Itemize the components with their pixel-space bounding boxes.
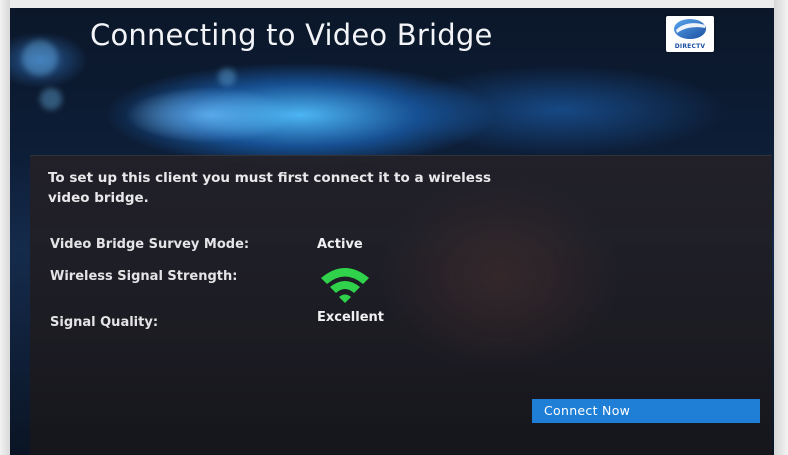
- tv-screen: Connecting to Video Bridge DIRECTV To se…: [0, 0, 788, 455]
- connection-panel: To set up this client you must first con…: [30, 155, 772, 455]
- survey-mode-value: Active: [317, 237, 363, 252]
- wifi-signal-icon: [321, 268, 369, 303]
- directv-globe-icon: [674, 19, 706, 39]
- directv-logo: DIRECTV: [666, 16, 714, 52]
- connect-now-button[interactable]: Connect Now: [532, 399, 760, 423]
- signal-strength-label: Wireless Signal Strength:: [50, 269, 238, 284]
- background-bokeh: [22, 40, 58, 76]
- background-bokeh: [218, 68, 236, 86]
- tv-bezel-top: [0, 0, 788, 8]
- intro-text: To set up this client you must first con…: [48, 170, 492, 206]
- tv-bezel-left: [0, 0, 10, 455]
- logo-text: DIRECTV: [674, 43, 706, 50]
- signal-quality-label: Signal Quality:: [50, 315, 159, 330]
- background-bokeh: [40, 88, 62, 110]
- page-title: Connecting to Video Bridge: [90, 18, 493, 52]
- tv-bezel-right: [774, 0, 788, 455]
- signal-quality-value: Excellent: [317, 310, 384, 325]
- survey-mode-label: Video Bridge Survey Mode:: [50, 237, 250, 252]
